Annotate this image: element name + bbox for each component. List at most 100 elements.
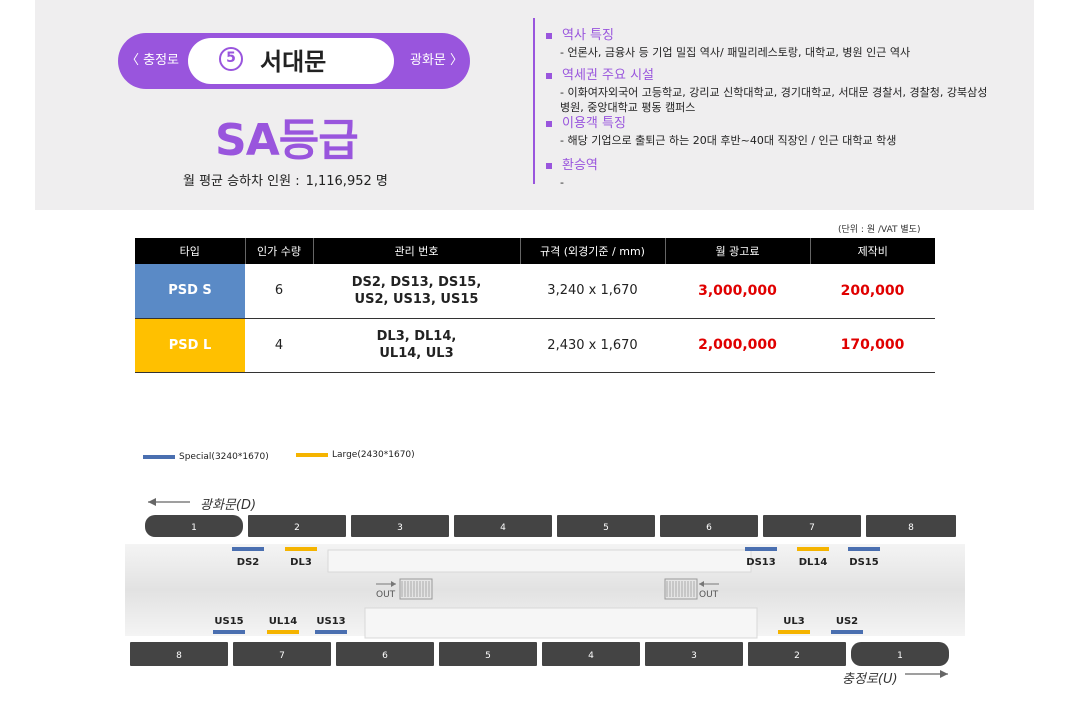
ad-marker-us15 [213,630,245,634]
type-cell: PSD S [135,264,245,319]
car-number: 6 [706,523,712,533]
header-cost: 제작비 [810,238,935,264]
car-number: 7 [279,651,285,661]
info-heading: 환승역 [562,158,598,173]
header-qty: 인가 수량 [245,238,314,264]
car-number: 5 [485,651,491,661]
info-divider [533,18,535,184]
car-number: 4 [500,523,506,533]
table-header-row: 타입 인가 수량 관리 번호 규격 (외경기준 / mm) 월 광고료 제작비 [135,238,935,264]
legend-large: Large(2430*1670) [296,450,415,460]
info-heading: 이용객 특징 [562,116,626,131]
car-number: 3 [691,651,697,661]
info-heading: 역사 특징 [562,28,614,43]
ad-marker-dl14 [797,547,829,551]
car-number: 1 [897,651,903,661]
legend-large-swatch [296,452,328,457]
ad-marker-label: US15 [214,616,243,627]
info-body: - [560,176,564,189]
ad-marker-label: UL3 [783,616,804,627]
info-nearby-facilities: 역세권 주요 시설 - 이화여자외국어 고등학교, 강리교 신학대학교, 경기대… [546,64,991,115]
qty-cell: 4 [245,318,313,373]
cost-cell: 200,000 [810,264,935,319]
bottom-direction-arrow-icon [905,670,948,678]
ad-marker-us2 [831,630,863,634]
info-station-features: 역사 특징 - 언론사, 금융사 등 기업 밀집 역사/ 패밀리레스토랑, 대학… [546,24,910,60]
ad-marker-label: DL3 [290,557,312,568]
prev-station-label: 〈 충정로 [126,53,180,68]
ad-marker-label: DL14 [799,557,828,568]
exit-label: OUT [699,590,719,600]
info-passenger-features: 이용객 특징 - 해당 기업으로 출퇴근 하는 20대 후반~40대 직장인 /… [546,112,896,148]
info-heading: 역세권 주요 시설 [562,68,654,83]
legend-special-swatch [143,454,175,459]
ad-marker-label: DS15 [849,557,878,568]
car-number: 1 [191,523,197,533]
station-name: 서대문 [260,48,327,76]
ridership-value: 1,116,952 명 [305,174,388,189]
header-fee: 월 광고료 [665,238,811,264]
bullet-icon [546,163,552,169]
price-table: 타입 인가 수량 관리 번호 규격 (외경기준 / mm) 월 광고료 제작비 … [135,238,935,373]
codes-line: DS2, DS13, DS15, [351,274,482,290]
station-grade: SA등급 [215,115,359,166]
legend-special-label: Special(3240*1670) [179,452,269,462]
codes-line: DL3, DL14, [376,329,457,344]
car-number: 8 [176,651,182,661]
legend-large-label: Large(2430*1670) [332,450,415,460]
bullet-icon [546,73,552,79]
ad-marker-ul14 [267,630,299,634]
line-number-icon: 5 [219,47,243,71]
top-direction-arrow-icon [148,498,190,506]
info-body: - 이화여자외국어 고등학교, 강리교 신학대학교, 경기대학교, 서대문 경찰… [560,86,988,114]
table-row: PSD S 6 DS2, DS13, DS15, US2, US13, US15 … [135,264,935,319]
ad-marker-ds15 [848,547,880,551]
info-transfer: 환승역 - [546,154,598,190]
size-cell: 2,430 x 1,670 [520,318,665,373]
header-codes: 관리 번호 [313,238,521,264]
size-cell: 3,240 x 1,670 [520,264,665,319]
car-number: 2 [294,523,300,533]
qty-cell: 6 [245,264,313,319]
header-size: 규격 (외경기준 / mm) [520,238,666,264]
car-number: 6 [382,651,388,661]
ad-marker-ul3 [778,630,810,634]
unit-note: (단위 : 원 /VAT 별도) [838,225,921,235]
table-row: PSD L 4 DL3, DL14, UL14, UL3 2,430 x 1,67… [135,318,935,373]
platform-diagram: 1 2 3 4 5 6 7 8 OUT OUT 8 7 6 5 4 3 2 1 DS2 DL3 DS13 DL14… [125,498,965,678]
bullet-icon [546,121,552,127]
car-number: 4 [588,651,594,661]
ad-marker-label: US2 [836,616,858,627]
ridership-label: 월 평균 승하차 인원 : [183,174,300,189]
codes-line: UL14, UL3 [379,346,454,361]
ad-marker-us13 [315,630,347,634]
car-number: 2 [794,651,800,661]
bullet-icon [546,33,552,39]
ad-marker-label: DS13 [746,557,775,568]
car-number: 5 [603,523,609,533]
ad-marker-label: DS2 [237,557,260,568]
ad-marker-dl3 [285,547,317,551]
ad-marker-label: US13 [316,616,345,627]
ad-marker-ds13 [745,547,777,551]
top-train: 1 2 3 4 5 6 7 8 [145,515,956,537]
platform-structure-top [327,549,752,573]
car-number: 8 [908,523,914,533]
header-type: 타입 [135,238,246,264]
cost-cell: 170,000 [810,318,935,373]
codes-line: US2, US13, US15 [354,291,479,307]
codes-cell: DL3, DL14, UL14, UL3 [313,318,520,373]
fee-cell: 3,000,000 [665,264,810,319]
next-station-label: 광화문 〉 [410,53,464,68]
car-number: 3 [397,523,403,533]
legend-special: Special(3240*1670) [143,452,269,462]
ad-marker-ds2 [232,547,264,551]
type-cell: PSD L [135,318,245,373]
exit-label: OUT [376,590,396,600]
page: 〈 충정로 광화문 〉 5 서대문 SA등급 월 평균 승하차 인원 : 1,11… [0,0,1071,718]
codes-cell: DS2, DS13, DS15, US2, US13, US15 [313,264,520,319]
platform-structure-bottom [364,607,758,639]
info-body: - 해당 기업으로 출퇴근 하는 20대 후반~40대 직장인 / 인근 대학교… [560,134,897,147]
info-body: - 언론사, 금융사 등 기업 밀집 역사/ 패밀리레스토랑, 대학교, 병원 … [560,46,911,59]
ad-marker-label: UL14 [269,616,297,627]
